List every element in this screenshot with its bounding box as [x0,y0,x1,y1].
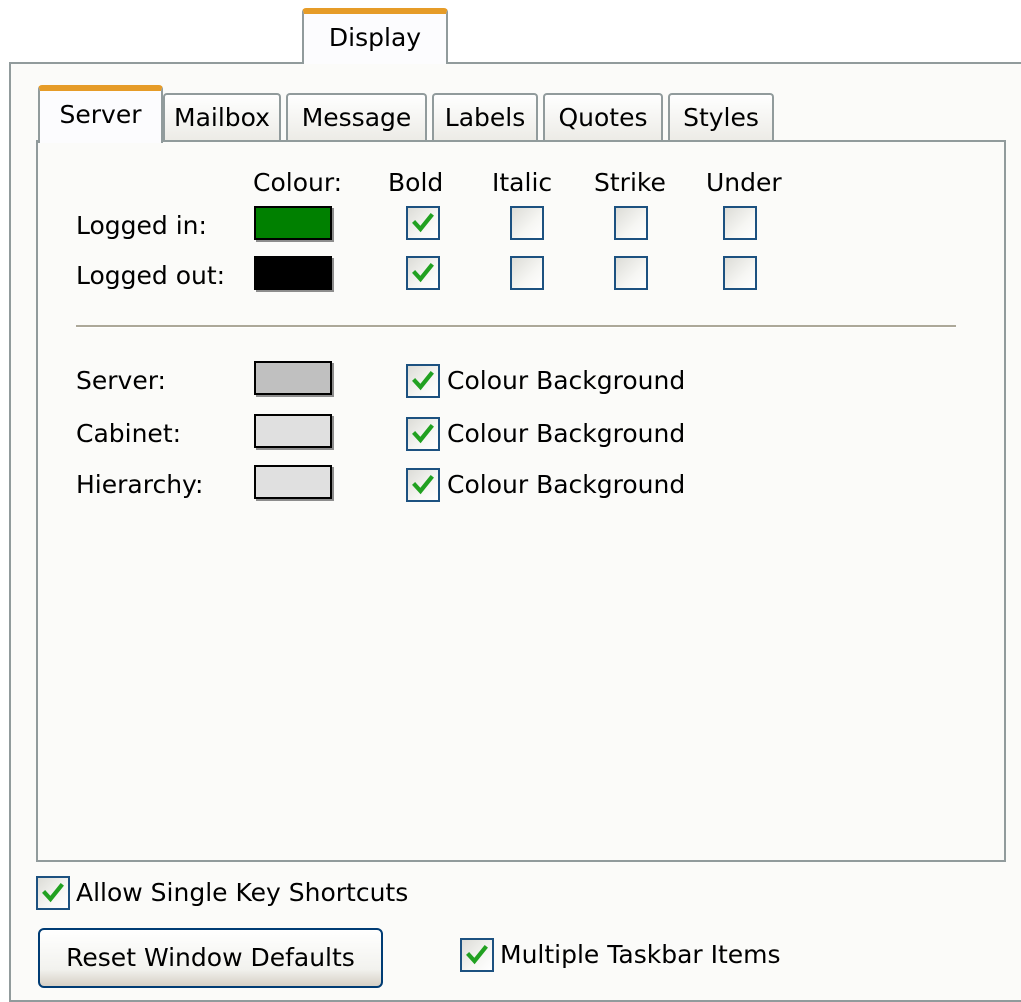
tab-display-label: Display [328,23,422,52]
check-mark-icon [412,263,434,283]
server-panel [36,140,1006,862]
cabinet-colour-background-label[interactable]: Colour Background [447,419,685,449]
check-mark-icon [412,475,434,495]
tab-server[interactable]: Server [38,85,163,143]
tab-quotes[interactable]: Quotes [543,93,663,141]
cabinet-colour-swatch[interactable] [254,414,332,448]
tab-styles-label: Styles [683,103,759,132]
single-key-shortcuts-label[interactable]: Allow Single Key Shortcuts [76,878,408,908]
logged-out-under-checkbox[interactable] [723,256,757,290]
logged-out-bold-checkbox[interactable] [406,256,440,290]
server-label: Server: [76,366,166,395]
logged-out-italic-checkbox[interactable] [510,256,544,290]
colour-column-header: Colour: [253,168,343,197]
hierarchy-colour-background-label[interactable]: Colour Background [447,470,685,500]
bold-column-header: Bold [388,168,444,197]
logged-out-label: Logged out: [76,261,226,290]
multiple-taskbar-items-label[interactable]: Multiple Taskbar Items [500,940,781,970]
cabinet-label: Cabinet: [76,419,182,448]
single-key-shortcuts-checkbox[interactable] [36,876,70,910]
section-divider [76,325,956,328]
tab-labels-label: Labels [444,103,526,132]
check-mark-icon [466,945,488,965]
logged-out-strike-checkbox[interactable] [614,256,648,290]
hierarchy-colour-swatch[interactable] [254,465,332,499]
strike-column-header: Strike [594,168,666,197]
logged-in-italic-checkbox[interactable] [510,206,544,240]
logged-out-colour-swatch[interactable] [254,256,332,290]
server-colour-background-checkbox[interactable] [406,364,440,398]
reset-window-defaults-button[interactable]: Reset Window Defaults [38,928,383,988]
italic-column-header: Italic [492,168,553,197]
tab-server-label: Server [59,100,142,129]
hierarchy-colour-background-checkbox[interactable] [406,468,440,502]
check-mark-icon [412,424,434,444]
logged-in-colour-swatch[interactable] [254,206,332,240]
tab-labels[interactable]: Labels [432,93,538,141]
logged-in-under-checkbox[interactable] [723,206,757,240]
logged-in-label: Logged in: [76,211,207,240]
tab-message[interactable]: Message [286,93,427,141]
tab-styles[interactable]: Styles [668,93,774,141]
check-mark-icon [412,213,434,233]
server-colour-swatch[interactable] [254,361,332,395]
multiple-taskbar-items-checkbox[interactable] [460,938,494,972]
logged-in-strike-checkbox[interactable] [614,206,648,240]
reset-window-defaults-label: Reset Window Defaults [66,943,355,972]
under-column-header: Under [706,168,782,197]
check-mark-icon [42,883,64,903]
cabinet-colour-background-checkbox[interactable] [406,417,440,451]
tab-display[interactable]: Display [302,8,448,64]
hierarchy-label: Hierarchy: [76,470,204,499]
tab-mailbox-label: Mailbox [174,103,270,132]
server-colour-background-label[interactable]: Colour Background [447,366,685,396]
tab-message-label: Message [301,103,412,132]
tab-quotes-label: Quotes [558,103,648,132]
check-mark-icon [412,371,434,391]
logged-in-bold-checkbox[interactable] [406,206,440,240]
tab-mailbox[interactable]: Mailbox [163,93,281,141]
